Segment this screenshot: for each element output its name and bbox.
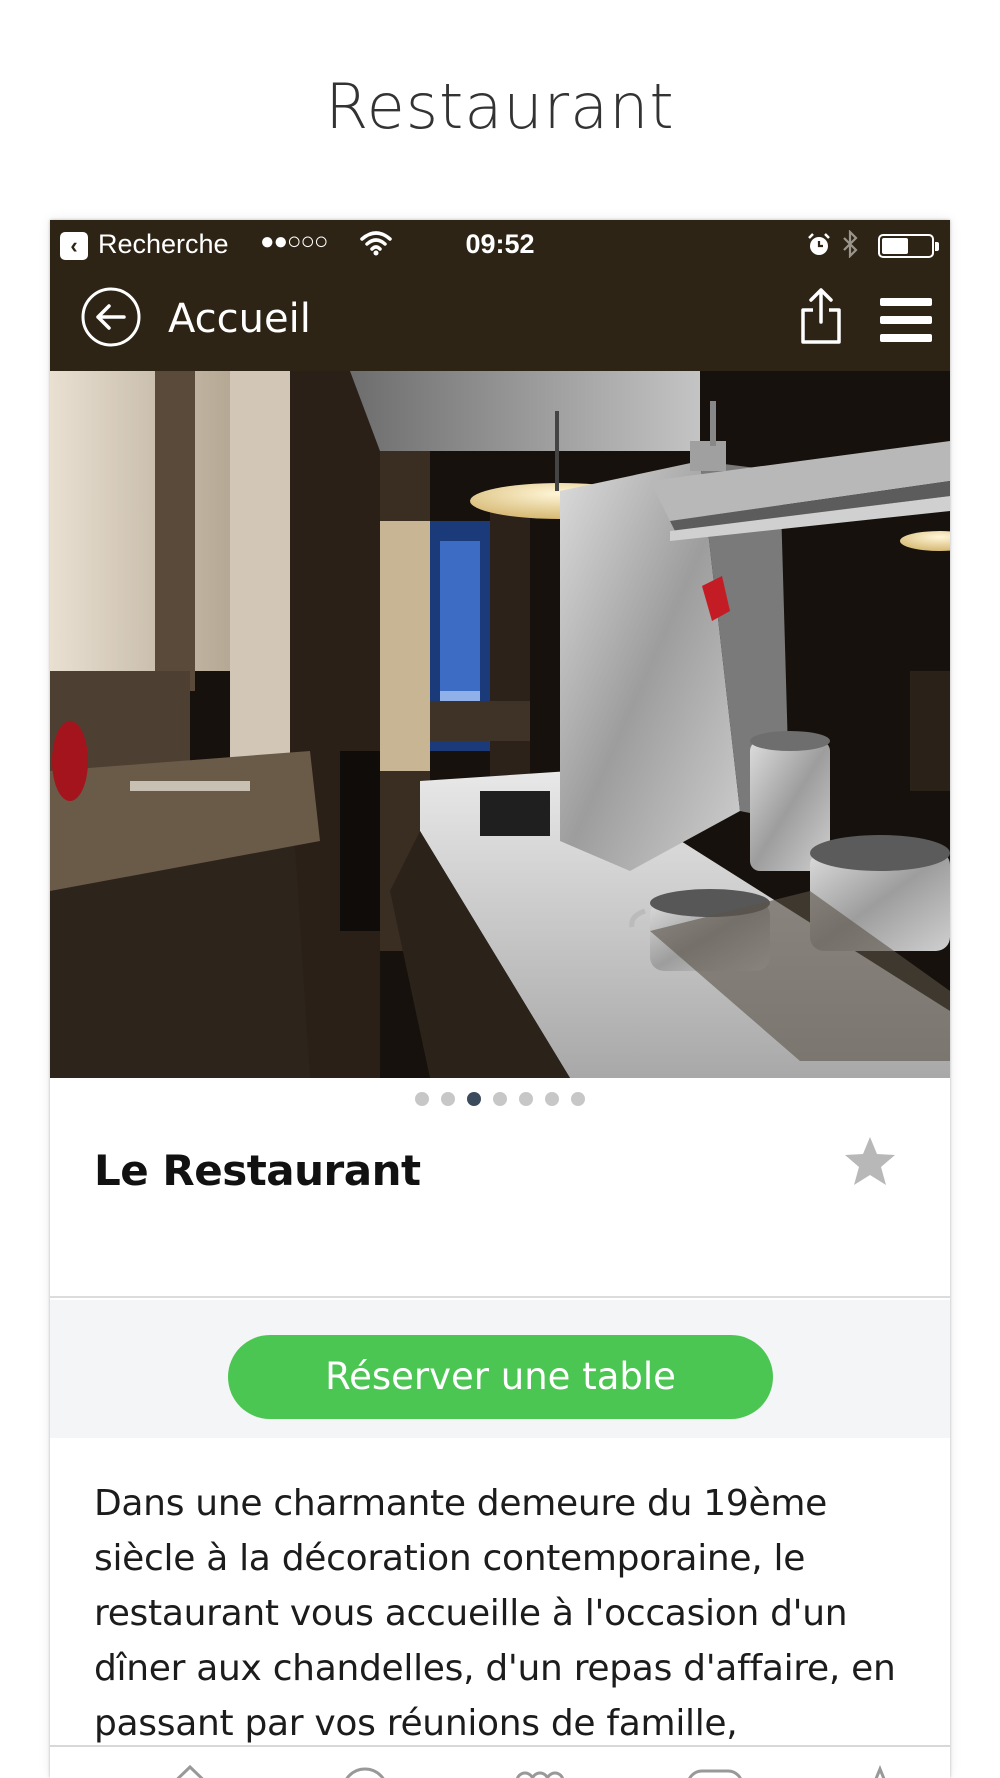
star-favorite-icon[interactable] — [842, 1134, 898, 1190]
chat-tab-icon[interactable] — [680, 1761, 750, 1778]
carousel-dot[interactable] — [467, 1092, 481, 1106]
battery-icon — [878, 234, 939, 258]
reserve-table-button[interactable]: Réserver une table — [228, 1335, 773, 1419]
carousel-dot[interactable] — [545, 1092, 559, 1106]
nav-title: Accueil — [168, 296, 311, 342]
hamburger-menu-icon[interactable] — [880, 298, 932, 342]
status-bar: ‹ Recherche ●●○○○ 09:52 — [50, 220, 950, 268]
info-tab-icon[interactable] — [845, 1761, 915, 1778]
clock-tab-icon[interactable] — [330, 1761, 400, 1778]
carousel-dot[interactable] — [493, 1092, 507, 1106]
alarm-icon — [808, 233, 830, 255]
phone-screen: ‹ Recherche ●●○○○ 09:52 Accueil Le Resta… — [50, 220, 950, 1778]
bluetooth-icon — [843, 230, 858, 258]
people-tab-icon[interactable] — [505, 1761, 575, 1778]
restaurant-name: Le Restaurant — [94, 1146, 421, 1195]
reservation-area: Réserver une table — [50, 1300, 950, 1438]
page-title: Restaurant — [325, 70, 675, 143]
carousel-dots — [50, 1092, 950, 1106]
restaurant-photo[interactable] — [50, 371, 950, 1078]
bottom-tab-bar — [50, 1745, 950, 1778]
carousel-dot[interactable] — [415, 1092, 429, 1106]
home-tab-icon[interactable] — [155, 1761, 225, 1778]
nav-bar: Accueil — [50, 268, 950, 371]
carousel-dot[interactable] — [519, 1092, 533, 1106]
kitchen-dining-image — [50, 371, 950, 1078]
carousel-dot[interactable] — [571, 1092, 585, 1106]
carousel-dot[interactable] — [441, 1092, 455, 1106]
restaurant-description: Dans une charmante demeure du 19ème sièc… — [50, 1438, 950, 1778]
back-arrow-icon[interactable] — [80, 286, 142, 348]
share-icon[interactable] — [798, 286, 844, 346]
restaurant-header: Le Restaurant — [50, 1120, 950, 1298]
